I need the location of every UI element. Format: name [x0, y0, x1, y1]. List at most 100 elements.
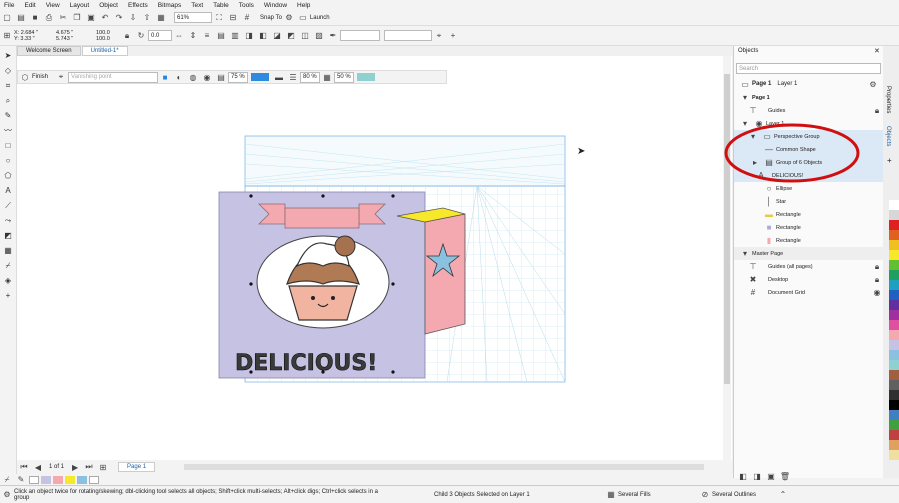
palette-swatch[interactable]	[889, 420, 899, 430]
lock-icon[interactable]: 🔒︎	[872, 262, 882, 272]
line-style-icon[interactable]: ☰	[288, 72, 298, 82]
palette-options-icon[interactable]: ✎	[16, 475, 26, 485]
tree-row-page-1[interactable]: ▾ Page 1	[734, 91, 884, 104]
drawing-canvas[interactable]: ⬡ Finish ⌖ Vanishing point ■ ◐ ◍ ◉ ▤ 75 …	[17, 56, 732, 460]
angle-field[interactable]: 0.0	[148, 30, 172, 41]
swatch-none[interactable]	[29, 475, 39, 484]
crop-tool-icon[interactable]: ⌗	[3, 81, 13, 91]
freehand-tool-icon[interactable]: ✎	[3, 111, 13, 121]
delicious-text[interactable]: DELICIOUS!	[235, 351, 378, 377]
tree-row-guides[interactable]: ⊤ Guides 🔒︎	[734, 104, 884, 117]
page-1-tab[interactable]: Page 1	[118, 462, 156, 472]
trim-icon[interactable]: ◪	[272, 31, 282, 41]
palette-swatch[interactable]	[889, 200, 899, 210]
expand-status-icon[interactable]: ⌃	[778, 490, 788, 500]
next-page-icon[interactable]: ▶	[70, 462, 80, 472]
tree-row-star[interactable]: │ Star	[734, 195, 884, 208]
eyedropper-icon[interactable]: ⌿	[3, 261, 13, 271]
export-icon[interactable]: ⇧	[142, 13, 152, 23]
collapse-icon[interactable]: ▾	[740, 93, 750, 103]
connector-tool-icon[interactable]: ⤳	[3, 216, 13, 226]
collapse-icon[interactable]: ▾	[740, 249, 750, 259]
tree-row-document-grid[interactable]: # Document Grid ◉	[734, 286, 884, 299]
interactive-fill-icon[interactable]: ◈	[3, 276, 13, 286]
rectangle-tool-icon[interactable]: □	[3, 141, 13, 151]
palette-swatch[interactable]	[889, 370, 899, 380]
prev-page-icon[interactable]: ◀	[33, 462, 43, 472]
palette-swatch[interactable]	[889, 340, 899, 350]
fountain-fill-icon[interactable]: ◐	[174, 72, 184, 82]
palette-swatch[interactable]	[889, 450, 899, 460]
ellipse-tool-icon[interactable]: ○	[3, 156, 13, 166]
swatch-blue[interactable]	[77, 475, 87, 484]
mirror-h-icon[interactable]: ⇔	[174, 31, 184, 41]
parallel-dimension-icon[interactable]: ⟋	[3, 201, 13, 211]
move-layer-icon[interactable]: ▣	[766, 471, 776, 481]
palette-swatch[interactable]	[889, 210, 899, 220]
transparency-icon[interactable]: ▦	[3, 246, 13, 256]
palette-swatch[interactable]	[889, 250, 899, 260]
palette-swatch[interactable]	[889, 320, 899, 330]
origin-icon[interactable]: ⊞	[2, 31, 12, 41]
pick-tool-icon[interactable]: ➤	[3, 51, 13, 61]
scale-y-field[interactable]: 100.0	[96, 36, 120, 42]
lock-ratio-icon[interactable]: 🔒︎	[122, 31, 132, 41]
combine-icon[interactable]: ◨	[244, 31, 254, 41]
intersect-icon[interactable]: ◩	[286, 31, 296, 41]
menu-view[interactable]: View	[46, 2, 60, 9]
horizon-icon[interactable]: ▬	[274, 72, 284, 82]
grid-opacity-field[interactable]: 75 %	[228, 71, 249, 83]
menu-text[interactable]: Text	[191, 2, 203, 9]
menu-effects[interactable]: Effects	[128, 2, 148, 9]
tree-row-rectangle[interactable]: ▬ Rectangle	[734, 208, 884, 221]
fullscreen-icon[interactable]: ⛶	[214, 13, 224, 23]
copy-icon[interactable]: ❐	[72, 13, 82, 23]
wrap-icon[interactable]: ⌖	[434, 31, 444, 41]
line-opacity-field[interactable]: 80 %	[300, 71, 321, 83]
drop-shadow-icon[interactable]: ◩	[3, 231, 13, 241]
finish-button[interactable]: Finish	[32, 74, 48, 80]
weld-icon[interactable]: ◧	[258, 31, 268, 41]
grid-color-swatch[interactable]	[251, 73, 270, 81]
print-icon[interactable]: ⎙	[44, 13, 54, 23]
lock-icon[interactable]: 🔒︎	[872, 275, 882, 285]
palette-swatch[interactable]	[889, 440, 899, 450]
zoom-select[interactable]: 61%	[174, 12, 212, 23]
palette-swatch[interactable]	[889, 220, 899, 230]
import-icon[interactable]: ⇩	[128, 13, 138, 23]
polygon-tool-icon[interactable]: ⬠	[3, 171, 13, 181]
palette-swatch[interactable]	[889, 270, 899, 280]
swatch-lavender[interactable]	[41, 475, 51, 484]
ribbon-banner[interactable]	[258, 203, 386, 229]
tab-untitled[interactable]: Untitled-1*	[81, 46, 128, 56]
ungroup-icon[interactable]: ▥	[230, 31, 240, 41]
cut-icon[interactable]: ✂	[58, 13, 68, 23]
last-page-icon[interactable]: ⏭	[84, 462, 94, 472]
tree-row-guides-all[interactable]: ⊤ Guides (all pages) 🔒︎	[734, 260, 884, 273]
launch-dropdown[interactable]: Launch	[310, 15, 330, 21]
tab-objects[interactable]: Objects	[885, 126, 891, 146]
gear-icon[interactable]: ⚙	[284, 13, 294, 23]
new-icon[interactable]: ▢	[2, 13, 12, 23]
perspective-tool-icon[interactable]: ⬡	[20, 72, 30, 82]
simplify-icon[interactable]: ◫	[300, 31, 310, 41]
palette-swatch[interactable]	[889, 260, 899, 270]
shape-tool-icon[interactable]: ◇	[3, 66, 13, 76]
palette-swatch[interactable]	[889, 390, 899, 400]
horizon-plane[interactable]	[244, 135, 566, 187]
vanishing-point-select[interactable]: Vanishing point	[68, 71, 159, 83]
palette-swatch[interactable]	[889, 280, 899, 290]
artistic-media-icon[interactable]: 〰	[3, 126, 13, 136]
outline-pen-icon[interactable]: ✒	[328, 31, 338, 41]
vanishing-point-icon[interactable]: ⌖	[56, 72, 66, 82]
menu-window[interactable]: Window	[264, 2, 287, 9]
tree-row-master-page[interactable]: ▾ Master Page	[734, 247, 884, 260]
tab-welcome-screen[interactable]: Welcome Screen	[17, 46, 81, 56]
menu-help[interactable]: Help	[297, 2, 310, 9]
tab-properties[interactable]: Properties	[885, 86, 891, 113]
new-layer-icon[interactable]: ◧	[738, 471, 748, 481]
texture-fill-icon[interactable]: ◉	[202, 72, 212, 82]
palette-swatch[interactable]	[889, 380, 899, 390]
palette-swatch[interactable]	[889, 240, 899, 250]
open-icon[interactable]: ▤	[16, 13, 26, 23]
